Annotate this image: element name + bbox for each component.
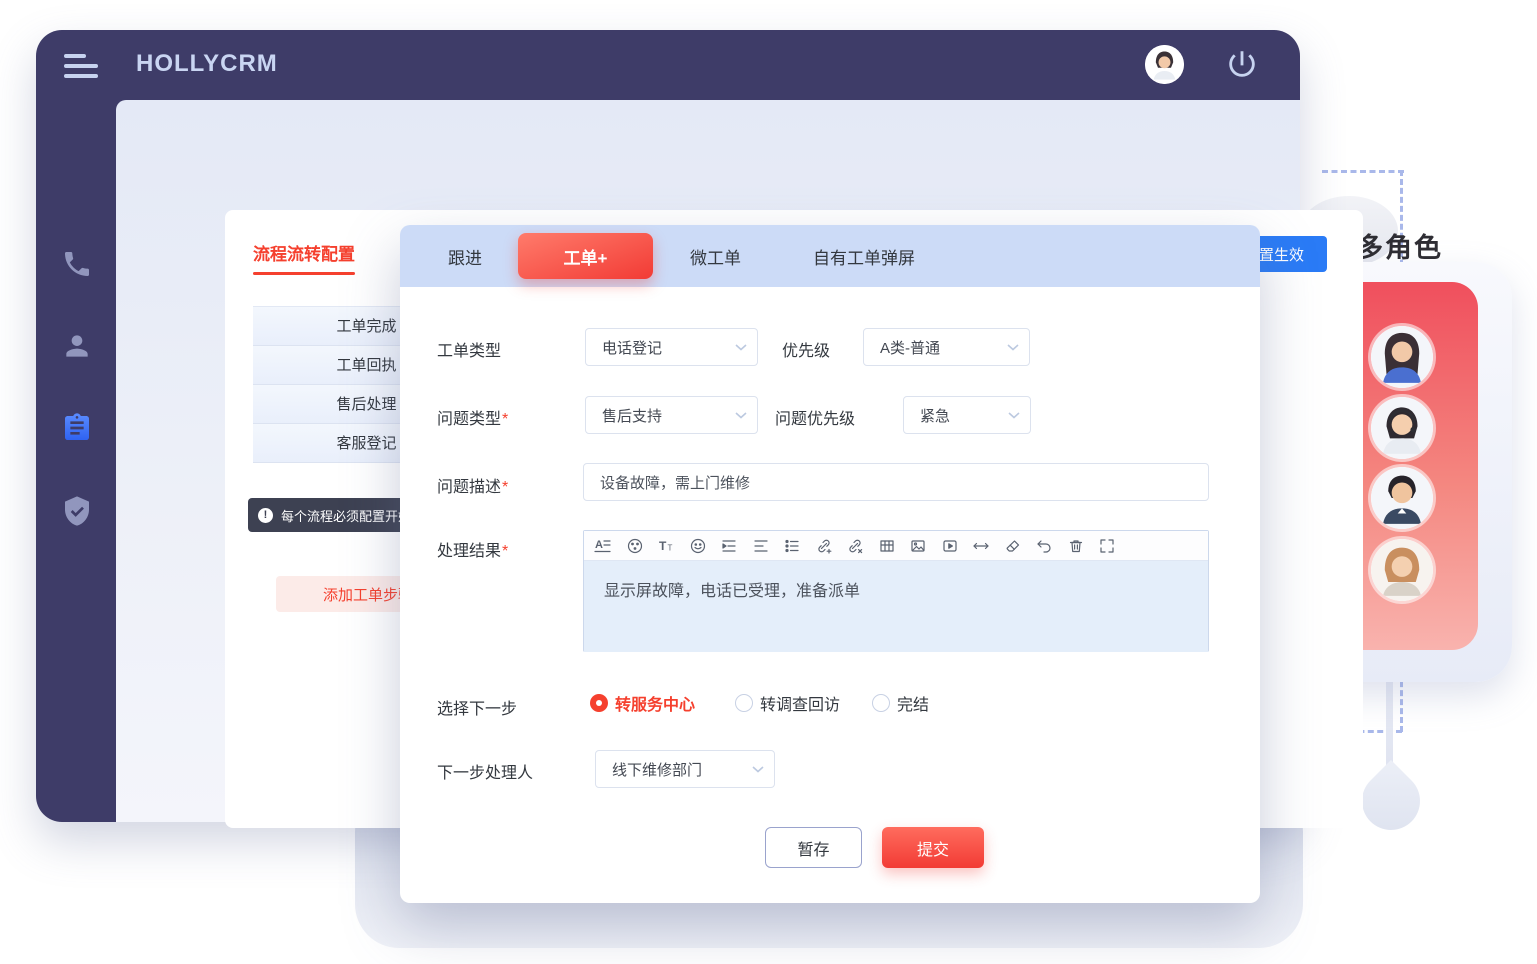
chevron-down-icon: [735, 407, 747, 424]
divider-icon[interactable]: [972, 537, 990, 555]
issue-type-select[interactable]: 售后支持: [585, 396, 758, 434]
app-title: HOLLYCRM: [136, 50, 278, 78]
text-size-icon[interactable]: TT: [657, 537, 675, 555]
ticket-type-select[interactable]: 电话登记: [585, 328, 758, 366]
ticket-modal: 跟进 工单+ 微工单 自有工单弹屏 工单类型 电话登记 优先级 A类-普通 问题…: [400, 225, 1260, 903]
woman-avatar: [1371, 326, 1433, 388]
radio-service-center[interactable]: 转服务中心: [590, 691, 695, 715]
align-left-icon[interactable]: [752, 537, 770, 555]
top-bar: HOLLYCRM: [36, 30, 1300, 100]
next-handler-label: 下一步处理人: [437, 759, 533, 783]
multi-role-label: 多角色: [1356, 226, 1443, 265]
issue-desc-input[interactable]: 设备故障，需上门维修: [583, 463, 1209, 501]
svg-text:T: T: [668, 543, 673, 552]
tab-micro-ticket[interactable]: 微工单: [690, 244, 741, 269]
result-label: 处理结果*: [437, 537, 508, 561]
editor-toolbar: A TT: [584, 531, 1208, 561]
chevron-down-icon: [735, 339, 747, 356]
emoji-icon[interactable]: [689, 537, 707, 555]
fullscreen-icon[interactable]: [1098, 537, 1116, 555]
headset-agent-avatar: [1371, 397, 1433, 459]
radio-dot: [872, 694, 890, 712]
next-handler-select[interactable]: 线下维修部门: [595, 750, 775, 788]
indent-icon[interactable]: [720, 537, 738, 555]
chevron-down-icon: [1008, 407, 1020, 424]
ticket-type-label: 工单类型: [437, 337, 501, 361]
svg-text:T: T: [659, 539, 667, 553]
person-icon[interactable]: [61, 330, 93, 362]
page: 多角色 HOLLYCRM: [0, 0, 1537, 964]
chevron-down-icon: [752, 761, 764, 778]
clipboard-icon[interactable]: [61, 412, 93, 444]
radio-finish[interactable]: 完结: [872, 691, 929, 715]
next-step-label: 选择下一步: [437, 695, 517, 719]
undo-icon[interactable]: [1035, 537, 1053, 555]
user-avatar[interactable]: [1145, 45, 1184, 84]
modal-tabs: 跟进 工单+ 微工单 自有工单弹屏: [400, 225, 1260, 287]
man-avatar: [1371, 467, 1433, 529]
palette-icon[interactable]: [626, 537, 644, 555]
video-icon[interactable]: [941, 537, 959, 555]
save-draft-button[interactable]: 暂存: [765, 827, 862, 868]
svg-text:A: A: [595, 539, 603, 551]
hamburger-icon[interactable]: [64, 54, 98, 84]
dashed-line-top: [1322, 170, 1404, 173]
radio-dot: [735, 694, 753, 712]
submit-button[interactable]: 提交: [882, 827, 984, 868]
bullet-list-icon[interactable]: [783, 537, 801, 555]
power-icon[interactable]: [1225, 47, 1259, 81]
unlink-icon[interactable]: [846, 537, 864, 555]
table-icon[interactable]: [878, 537, 896, 555]
woman-short-hair-avatar: [1371, 539, 1433, 601]
result-textarea[interactable]: 显示屏故障，电话已受理，准备派单: [584, 561, 1208, 652]
trash-icon[interactable]: [1067, 537, 1085, 555]
tab-ticket-plus[interactable]: 工单+: [518, 233, 653, 279]
phone-icon[interactable]: [61, 248, 93, 280]
priority-label: 优先级: [782, 337, 830, 361]
issue-desc-label: 问题描述*: [437, 473, 508, 497]
chevron-down-icon: [1007, 339, 1019, 356]
image-icon[interactable]: [909, 537, 927, 555]
priority-select[interactable]: A类-普通: [863, 328, 1030, 366]
radio-dot: [590, 694, 608, 712]
link-icon[interactable]: [815, 537, 833, 555]
eraser-icon[interactable]: [1004, 537, 1022, 555]
radio-survey-callback[interactable]: 转调查回访: [735, 691, 840, 715]
shield-check-icon[interactable]: [61, 495, 93, 527]
issue-priority-select[interactable]: 紧急: [903, 396, 1031, 434]
tab-flow-config[interactable]: 流程流转配置: [253, 240, 355, 265]
issue-type-label: 问题类型*: [437, 405, 508, 429]
rich-text-editor: A TT 显示屏故障，电话已受理，准备派单: [583, 530, 1209, 652]
next-step-radio-group: 转服务中心 转调查回访 完结: [590, 691, 929, 715]
font-style-icon[interactable]: A: [594, 537, 612, 555]
exclamation-icon: !: [258, 508, 273, 523]
tab-own-ticket-popup[interactable]: 自有工单弹屏: [813, 244, 915, 269]
tab-follow-up[interactable]: 跟进: [448, 244, 482, 269]
issue-priority-label: 问题优先级: [775, 405, 855, 429]
